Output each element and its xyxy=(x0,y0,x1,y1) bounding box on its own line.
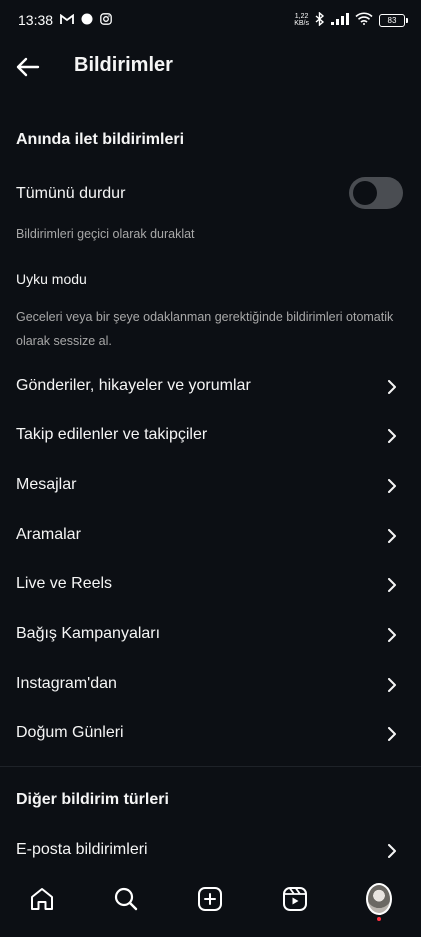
row-email-notifications[interactable]: E-posta bildirimleri xyxy=(0,827,421,875)
battery-indicator: 83 xyxy=(379,13,408,27)
pause-all-description: Bildirimleri geçici olarak duraklat xyxy=(16,227,195,241)
bluetooth-icon xyxy=(315,10,325,29)
row-messages[interactable]: Mesajlar xyxy=(0,462,421,510)
net-speed: 1,22 KB/s xyxy=(294,13,309,27)
wifi-icon xyxy=(355,12,373,28)
gmail-icon xyxy=(60,12,74,28)
row-from-instagram[interactable]: Instagram'dan xyxy=(0,661,421,709)
chevron-right-icon xyxy=(388,380,396,394)
bottom-nav xyxy=(0,874,421,924)
row-label: Instagram'dan xyxy=(16,675,117,692)
row-label: E-posta bildirimleri xyxy=(16,841,148,858)
net-speed-value: 1,22 xyxy=(294,13,309,20)
chevron-right-icon xyxy=(388,628,396,642)
header: Bildirimler xyxy=(0,44,421,90)
chevron-right-icon xyxy=(388,678,396,692)
notification-dot xyxy=(376,917,381,921)
pause-all-toggle[interactable] xyxy=(349,177,403,209)
row-live-reels[interactable]: Live ve Reels xyxy=(0,561,421,609)
chevron-right-icon xyxy=(388,529,396,543)
section-divider xyxy=(0,766,421,767)
toggle-knob xyxy=(353,181,377,205)
chevron-right-icon xyxy=(388,479,396,493)
profile-avatar[interactable] xyxy=(365,883,392,921)
chevron-right-icon xyxy=(388,578,396,592)
row-label: Doğum Günleri xyxy=(16,724,124,741)
sleep-mode-label[interactable]: Uyku modu xyxy=(16,271,87,287)
net-speed-unit: KB/s xyxy=(294,20,309,27)
row-following-followers[interactable]: Takip edilenler ve takipçiler xyxy=(0,412,421,460)
arrow-left-icon xyxy=(16,57,40,77)
row-label: Bağış Kampanyaları xyxy=(16,625,161,642)
row-label: Mesajlar xyxy=(16,476,77,493)
row-posts-stories-comments[interactable]: Gönderiler, hikayeler ve yorumlar xyxy=(0,363,421,411)
row-birthdays[interactable]: Doğum Günleri xyxy=(0,710,421,758)
status-right: 1,22 KB/s 83 xyxy=(294,10,408,29)
row-label: Aramalar xyxy=(16,526,81,543)
back-button[interactable] xyxy=(14,53,42,81)
status-left: 13:38 xyxy=(18,12,112,28)
search-icon[interactable] xyxy=(113,886,139,912)
section-title-push: Anında ilet bildirimleri xyxy=(16,131,185,148)
signal-icon xyxy=(331,12,349,28)
sleep-mode-description: Geceleri veya bir şeye odaklanman gerekt… xyxy=(16,310,394,348)
row-label: Live ve Reels xyxy=(16,575,113,592)
row-label: Gönderiler, hikayeler ve yorumlar xyxy=(16,377,251,394)
instagram-icon xyxy=(100,12,112,28)
page-title: Bildirimler xyxy=(74,54,173,76)
section-title-other: Diğer bildirim türleri xyxy=(16,791,169,808)
chevron-right-icon xyxy=(388,727,396,741)
home-icon[interactable] xyxy=(29,886,55,912)
pause-all-label: Tümünü durdur xyxy=(16,185,126,202)
avatar xyxy=(365,883,392,921)
row-fundraisers[interactable]: Bağış Kampanyaları xyxy=(0,611,421,659)
circle-icon xyxy=(81,12,93,28)
create-icon[interactable] xyxy=(197,886,223,912)
status-bar: 13:38 1,22 KB/s 83 xyxy=(0,0,421,40)
row-label: Takip edilenler ve takipçiler xyxy=(16,426,208,443)
reels-icon[interactable] xyxy=(282,886,308,912)
chevron-right-icon xyxy=(388,844,396,858)
chevron-right-icon xyxy=(388,429,396,443)
status-time: 13:38 xyxy=(18,12,54,28)
row-calls[interactable]: Aramalar xyxy=(0,512,421,560)
